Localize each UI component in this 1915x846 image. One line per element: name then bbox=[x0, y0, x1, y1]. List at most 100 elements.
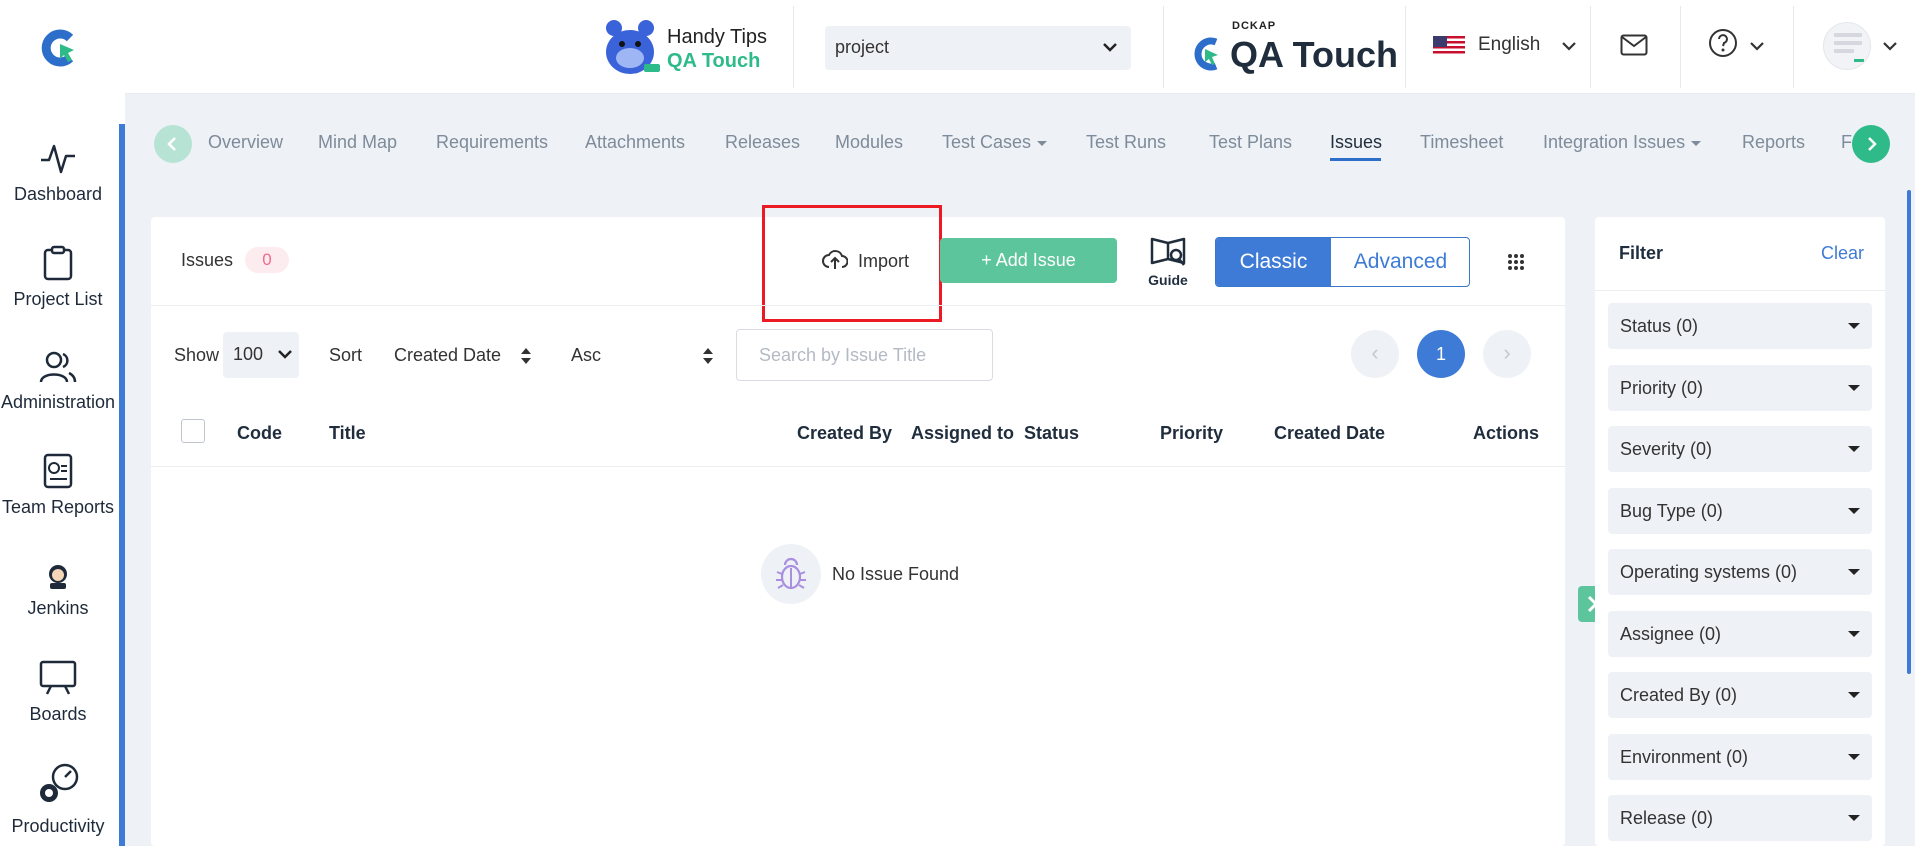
pagination-next-button[interactable]: › bbox=[1483, 330, 1531, 378]
issues-count-badge: 0 bbox=[245, 247, 289, 273]
filter-item-label: Priority (0) bbox=[1620, 378, 1704, 398]
caret-down-icon bbox=[1848, 323, 1860, 329]
sidebar-item-jenkins[interactable]: Jenkins bbox=[0, 562, 116, 619]
tabs-scroll-left-button[interactable] bbox=[154, 125, 192, 163]
issues-title: Issues bbox=[181, 250, 234, 270]
sort-order-select[interactable]: Asc bbox=[559, 335, 714, 375]
chevron-down-icon bbox=[278, 350, 292, 359]
sort-arrows-icon bbox=[521, 348, 531, 364]
search-input[interactable] bbox=[736, 329, 993, 381]
book-search-icon bbox=[1150, 237, 1186, 266]
page-size-value: 100 bbox=[233, 344, 264, 364]
column-header-status[interactable]: Status bbox=[1024, 423, 1079, 444]
issues-card: Issues 0 Import + Add Issue Guide Classi… bbox=[151, 205, 1565, 846]
header-divider bbox=[1793, 6, 1794, 88]
sidebar-item-productivity[interactable]: Productivity bbox=[0, 762, 116, 837]
top-header: Handy Tips QA Touch project DCKAP QA Tou… bbox=[125, 0, 1915, 94]
handy-tips[interactable]: Handy Tips QA Touch bbox=[600, 14, 790, 80]
tab-issues[interactable]: Issues bbox=[1330, 132, 1382, 153]
tab-requirements[interactable]: Requirements bbox=[436, 132, 548, 153]
caret-down-icon bbox=[1691, 141, 1702, 146]
filter-operating-systems[interactable]: Operating systems (0) bbox=[1608, 549, 1872, 595]
show-label: Show bbox=[174, 345, 220, 365]
column-header-title[interactable]: Title bbox=[329, 423, 366, 444]
header-divider bbox=[1680, 6, 1681, 88]
header-divider bbox=[793, 6, 794, 88]
filter-priority[interactable]: Priority (0) bbox=[1608, 365, 1872, 411]
caret-down-icon bbox=[1848, 692, 1860, 698]
filter-assignee[interactable]: Assignee (0) bbox=[1608, 611, 1872, 657]
filter-item-label: Assignee (0) bbox=[1620, 624, 1722, 644]
tab-modules[interactable]: Modules bbox=[835, 132, 903, 153]
filter-bug-type[interactable]: Bug Type (0) bbox=[1608, 488, 1872, 534]
pagination-prev-button[interactable]: ‹ bbox=[1351, 330, 1399, 378]
sidebar-item-dashboard[interactable]: Dashboard bbox=[0, 142, 116, 205]
board-icon bbox=[39, 660, 77, 695]
tab-test-runs[interactable]: Test Runs bbox=[1086, 132, 1166, 153]
tabs-scroll-right-button[interactable] bbox=[1852, 125, 1890, 163]
filter-item-label: Status (0) bbox=[1620, 316, 1699, 336]
sort-field-value: Created Date bbox=[394, 345, 502, 365]
sidebar-item-team-reports[interactable]: Team Reports bbox=[0, 453, 116, 518]
filter-release[interactable]: Release (0) bbox=[1608, 795, 1872, 841]
active-tab-indicator bbox=[1330, 158, 1381, 161]
filter-environment[interactable]: Environment (0) bbox=[1608, 734, 1872, 780]
add-issue-button[interactable]: + Add Issue bbox=[940, 238, 1117, 283]
sort-label: Sort bbox=[329, 345, 363, 365]
header-divider bbox=[1590, 6, 1591, 88]
project-tabs: Overview Mind Map Requirements Attachmen… bbox=[150, 120, 1890, 168]
column-header-actions: Actions bbox=[1473, 423, 1540, 443]
left-sidebar: Dashboard Project List Administration Te… bbox=[0, 0, 125, 846]
tab-reports[interactable]: Reports bbox=[1742, 132, 1805, 153]
project-select[interactable]: project bbox=[825, 26, 1131, 70]
mail-icon[interactable] bbox=[1620, 34, 1648, 56]
chevron-down-icon[interactable] bbox=[1749, 38, 1765, 54]
tab-test-cases[interactable]: Test Cases bbox=[942, 132, 1048, 153]
tab-mind-map[interactable]: Mind Map bbox=[318, 132, 397, 153]
sidebar-item-label: Jenkins bbox=[27, 598, 89, 618]
sort-field-select[interactable]: Created Date bbox=[382, 335, 532, 375]
filter-severity[interactable]: Severity (0) bbox=[1608, 426, 1872, 472]
avatar-image bbox=[1834, 33, 1864, 62]
tab-truncated[interactable]: F bbox=[1841, 132, 1852, 153]
classic-view-button[interactable]: Classic bbox=[1216, 238, 1331, 286]
column-header-code[interactable]: Code bbox=[237, 423, 282, 444]
tab-integration-issues[interactable]: Integration Issues bbox=[1543, 132, 1702, 153]
chevron-down-icon[interactable] bbox=[1882, 38, 1898, 54]
tab-timesheet[interactable]: Timesheet bbox=[1420, 132, 1503, 153]
jenkins-icon bbox=[49, 565, 67, 589]
tab-releases[interactable]: Releases bbox=[725, 132, 800, 153]
tab-overview[interactable]: Overview bbox=[208, 132, 283, 153]
avatar[interactable] bbox=[1823, 22, 1871, 70]
column-header-created-by[interactable]: Created By bbox=[797, 423, 892, 444]
guide-button[interactable]: Guide bbox=[1146, 235, 1190, 288]
scrollbar[interactable] bbox=[1907, 190, 1911, 674]
sidebar-item-administration[interactable]: Administration bbox=[0, 350, 116, 413]
column-header-created-date[interactable]: Created Date bbox=[1274, 423, 1385, 444]
pagination-current-page[interactable]: 1 bbox=[1417, 330, 1465, 378]
sidebar-item-boards[interactable]: Boards bbox=[0, 660, 116, 725]
chevron-down-icon bbox=[1103, 43, 1117, 52]
empty-message: No Issue Found bbox=[832, 564, 960, 584]
filter-item-label: Bug Type (0) bbox=[1620, 501, 1723, 521]
help-icon[interactable] bbox=[1708, 28, 1738, 58]
sidebar-item-project-list[interactable]: Project List bbox=[0, 245, 116, 310]
sidebar-active-border bbox=[119, 124, 125, 846]
column-header-assigned-to[interactable]: Assigned to bbox=[911, 423, 1014, 444]
filter-clear-link[interactable]: Clear bbox=[1821, 243, 1864, 264]
filter-item-label: Severity (0) bbox=[1620, 439, 1713, 459]
tab-attachments[interactable]: Attachments bbox=[585, 132, 685, 153]
caret-down-icon bbox=[1848, 569, 1860, 575]
grid-menu-icon[interactable] bbox=[1507, 253, 1525, 271]
divider bbox=[1595, 290, 1885, 291]
select-all-checkbox[interactable] bbox=[181, 419, 205, 443]
brand-name: QA Touch bbox=[1230, 34, 1398, 75]
app-logo-icon[interactable] bbox=[40, 28, 80, 68]
filter-created-by[interactable]: Created By (0) bbox=[1608, 672, 1872, 718]
advanced-view-button[interactable]: Advanced bbox=[1331, 238, 1469, 286]
page-size-select[interactable]: 100 bbox=[223, 332, 299, 378]
column-header-priority[interactable]: Priority bbox=[1160, 423, 1223, 444]
tab-test-plans[interactable]: Test Plans bbox=[1209, 132, 1292, 153]
sidebar-item-label: Productivity bbox=[11, 816, 105, 836]
filter-status[interactable]: Status (0) bbox=[1608, 303, 1872, 349]
